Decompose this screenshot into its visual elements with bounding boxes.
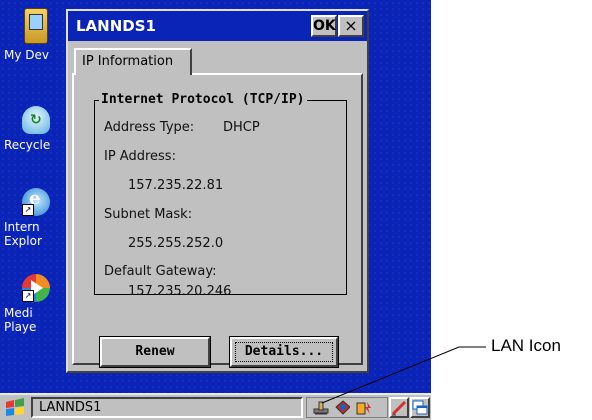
tab-ip-information[interactable]: IP Information — [74, 48, 192, 75]
lan-icon-callout-label: LAN Icon — [491, 336, 561, 355]
